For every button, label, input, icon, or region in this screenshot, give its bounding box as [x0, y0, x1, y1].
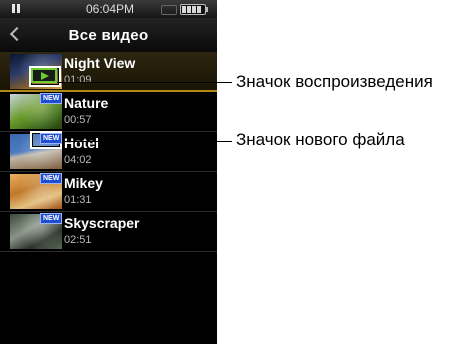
playback-callout-line: [57, 82, 232, 83]
new-file-icon-callout: Значок нового файла: [236, 130, 405, 149]
device-screen: 06:04PM Все видео Night View 01:09 NEW N…: [0, 0, 217, 344]
video-title: Skyscraper: [64, 215, 140, 231]
new-badge-icon: NEW: [40, 93, 63, 104]
video-duration: 02:51: [64, 234, 92, 246]
page-title: Все видео: [68, 27, 149, 44]
video-duration: 04:02: [64, 154, 92, 166]
video-title: Nature: [64, 95, 109, 111]
title-bar: Все видео: [0, 18, 217, 53]
list-item-nature[interactable]: NEW Nature 00:57: [0, 92, 217, 132]
video-duration: 01:09: [64, 74, 92, 86]
pause-icon: [12, 4, 21, 13]
new-badge-icon: NEW: [40, 133, 63, 144]
play-icon: [31, 68, 57, 83]
new-badge-icon: NEW: [40, 173, 63, 184]
list-item-skyscraper[interactable]: NEW Skyscraper 02:51: [0, 212, 217, 252]
video-duration: 00:57: [64, 114, 92, 126]
clock: 06:04PM: [86, 2, 135, 16]
video-duration: 01:31: [64, 194, 92, 206]
list-item-mikey[interactable]: NEW Mikey 01:31: [0, 172, 217, 212]
video-title: Hotel: [64, 135, 99, 151]
new-badge-icon: NEW: [40, 213, 63, 224]
video-title: Mikey: [64, 175, 103, 191]
battery-icon: [180, 4, 208, 15]
hold-icon: [161, 5, 177, 15]
playback-icon-callout: Значок воспроизведения: [236, 72, 433, 91]
video-title: Night View: [64, 55, 136, 71]
new-file-callout-line: [58, 141, 232, 142]
status-bar: 06:04PM: [0, 0, 217, 18]
